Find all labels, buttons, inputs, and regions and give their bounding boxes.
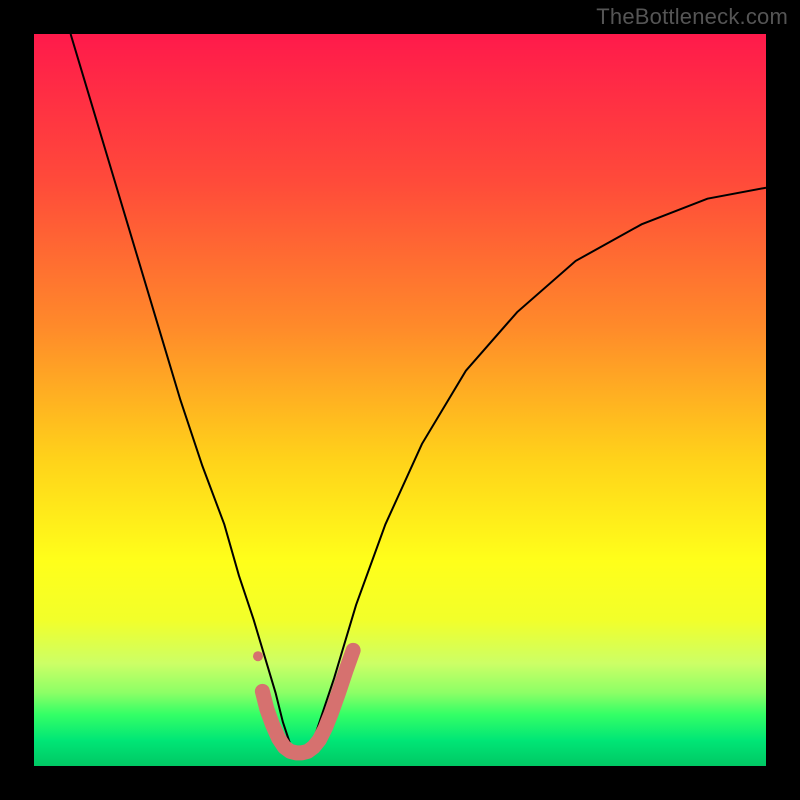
chart-frame: TheBottleneck.com	[0, 0, 800, 800]
curve-layer	[34, 34, 766, 766]
watermark-text: TheBottleneck.com	[596, 4, 788, 30]
bottleneck-curve	[71, 34, 766, 755]
optimal-band	[262, 650, 353, 752]
plot-area	[34, 34, 766, 766]
marker-dot	[253, 651, 263, 661]
